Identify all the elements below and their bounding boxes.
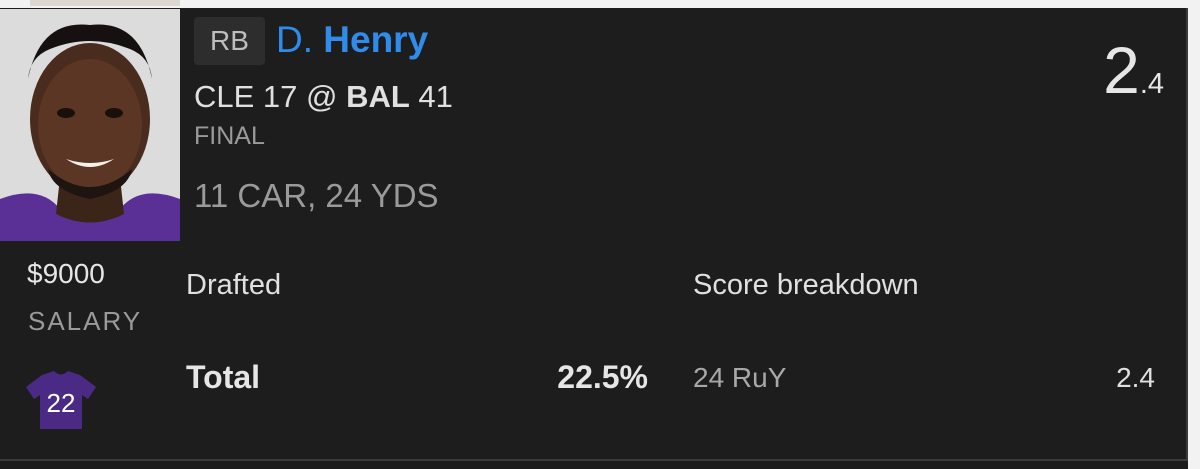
player-first-initial: D. bbox=[276, 19, 313, 60]
fantasy-points: 2.4 bbox=[1103, 34, 1164, 106]
game-matchup: CLE 17 @ BAL 41 bbox=[194, 76, 453, 118]
top-strip bbox=[0, 0, 1200, 8]
jersey-number: 22 bbox=[46, 388, 76, 418]
drafted-total-label: Total bbox=[186, 359, 261, 395]
home-team: BAL bbox=[346, 79, 410, 114]
card-divider bbox=[0, 459, 1188, 461]
player-headshot-image bbox=[0, 9, 180, 241]
player-headshot bbox=[0, 9, 180, 241]
salary-value: $9000 bbox=[27, 258, 105, 289]
away-team-score: CLE 17 @ bbox=[194, 79, 347, 114]
points-decimal: .4 bbox=[1139, 68, 1164, 100]
score-breakdown-stat: 24 RuY bbox=[693, 362, 787, 393]
drafted-heading: Drafted bbox=[186, 269, 282, 301]
position-badge: RB bbox=[194, 17, 265, 65]
points-integer: 2 bbox=[1103, 33, 1140, 107]
home-team-score: 41 bbox=[409, 79, 453, 114]
stat-line: 11 CAR, 24 YDS bbox=[194, 177, 439, 214]
salary-label: SALARY bbox=[28, 306, 143, 336]
player-last-name: Henry bbox=[323, 19, 429, 60]
previous-card-edge bbox=[30, 0, 180, 6]
drafted-total-value: 22.5% bbox=[557, 359, 648, 395]
player-name[interactable]: D. Henry bbox=[276, 14, 428, 66]
score-breakdown-heading: Score breakdown bbox=[693, 269, 919, 301]
score-breakdown-points: 2.4 bbox=[1116, 362, 1155, 393]
right-edge bbox=[1188, 8, 1200, 469]
game-status: FINAL bbox=[194, 122, 265, 150]
